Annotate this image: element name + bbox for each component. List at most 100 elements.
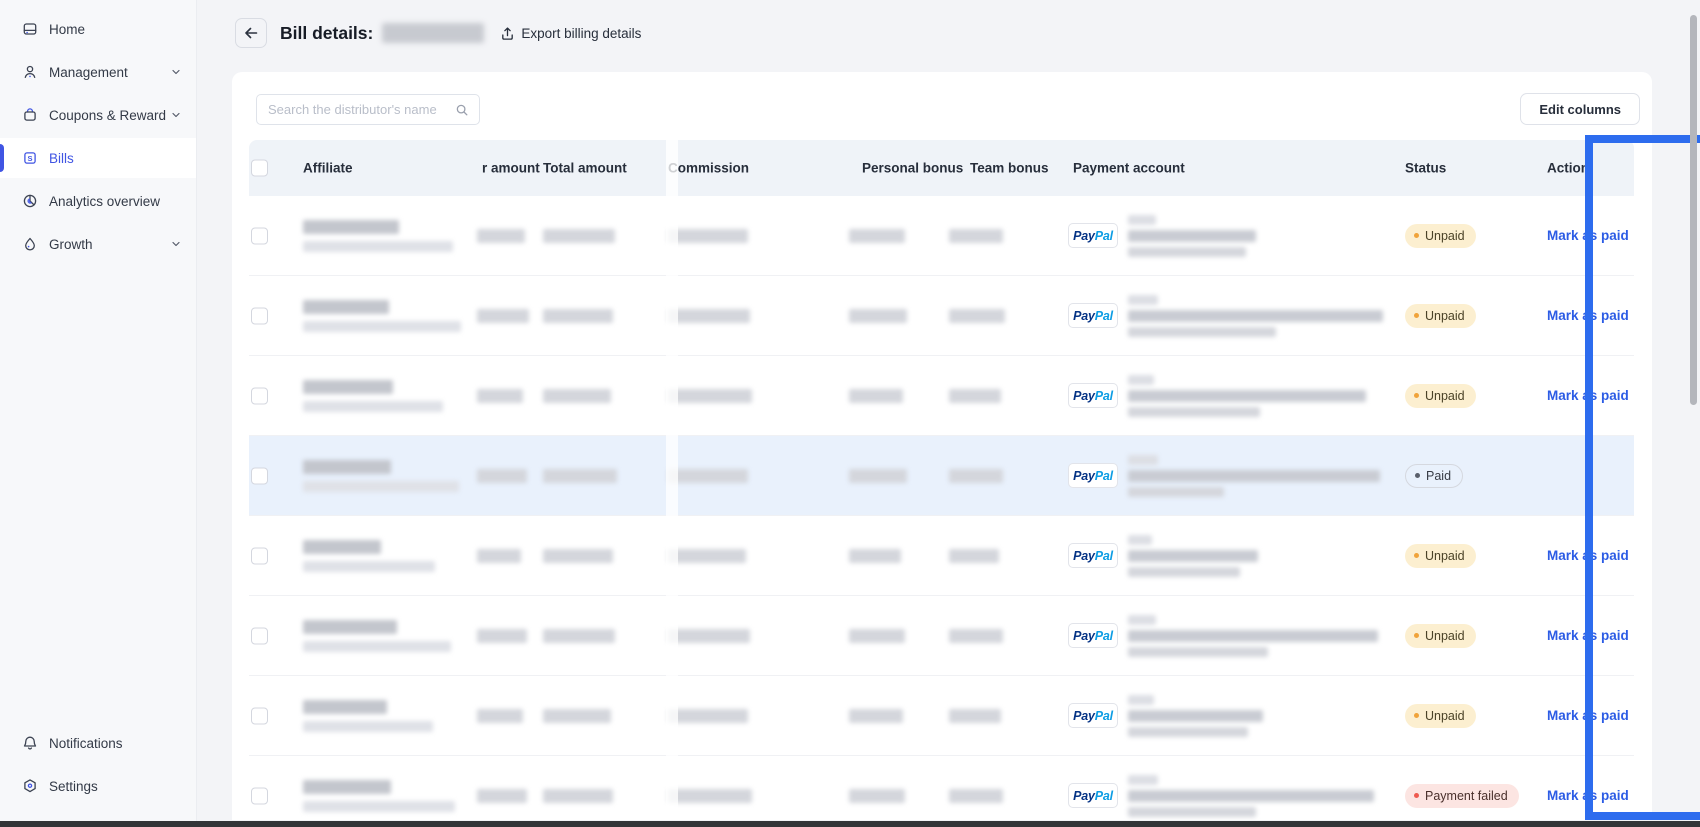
payment-account-redacted — [1128, 790, 1374, 802]
personal-bonus-redacted — [849, 549, 901, 563]
sidebar-item-label: Growth — [49, 237, 93, 252]
payment-account-redacted — [1128, 295, 1158, 305]
sidebar-item-bills[interactable]: S Bills — [0, 138, 196, 178]
edit-columns-button[interactable]: Edit columns — [1520, 93, 1640, 125]
column-header-total-amount[interactable]: Total amount — [543, 161, 627, 176]
column-header-status[interactable]: Status — [1405, 161, 1446, 176]
payment-account-redacted — [1128, 455, 1158, 465]
commission-redacted — [668, 709, 748, 723]
total-amount-redacted — [543, 789, 613, 803]
column-header-payment-account[interactable]: Payment account — [1073, 161, 1185, 176]
paypal-logo: PayPal — [1068, 543, 1118, 568]
window-bottom-edge — [0, 821, 1700, 827]
sidebar-item-settings[interactable]: Settings — [0, 766, 196, 806]
search-input[interactable] — [257, 102, 455, 117]
row-checkbox[interactable] — [251, 227, 268, 244]
team-bonus-redacted — [949, 709, 1001, 723]
mark-as-paid-link[interactable]: Mark as paid — [1547, 628, 1629, 643]
sidebar-item-label: Notifications — [49, 736, 123, 751]
vertical-scrollbar[interactable] — [1690, 15, 1697, 405]
sidebar-item-label: Analytics overview — [49, 194, 160, 209]
order-amount-redacted — [477, 789, 527, 803]
mark-as-paid-link[interactable]: Mark as paid — [1547, 308, 1629, 323]
status-badge: Unpaid — [1405, 624, 1476, 648]
sidebar-item-growth[interactable]: Growth — [0, 224, 196, 264]
status-dot-icon — [1415, 473, 1420, 478]
payment-account-redacted — [1128, 567, 1240, 577]
column-header-team-bonus[interactable]: Team bonus — [970, 161, 1049, 176]
payment-account-redacted — [1128, 710, 1263, 722]
affiliate-name-redacted — [303, 700, 387, 714]
bill-icon: S — [22, 150, 38, 166]
table-row: PayPal Paid — [249, 436, 1634, 516]
order-amount-redacted — [477, 469, 527, 483]
sidebar-item-label: Management — [49, 65, 128, 80]
column-header-commission[interactable]: Commission — [668, 161, 749, 176]
status-dot-icon — [1414, 553, 1419, 558]
affiliate-name-redacted — [303, 380, 393, 394]
affiliate-cell — [303, 300, 461, 332]
personal-bonus-redacted — [849, 629, 905, 643]
sidebar-item-management[interactable]: Management — [0, 52, 196, 92]
person-icon — [22, 64, 38, 80]
payment-account-redacted — [1128, 775, 1158, 785]
column-header-affiliate[interactable]: Affiliate — [303, 161, 353, 176]
sidebar-item-home[interactable]: Home — [0, 9, 196, 49]
commission-redacted — [668, 309, 750, 323]
team-bonus-redacted — [949, 309, 1005, 323]
payment-account-redacted — [1128, 615, 1156, 625]
affiliate-name-redacted — [303, 460, 391, 474]
row-checkbox[interactable] — [251, 547, 268, 564]
sidebar-item-coupons-reward[interactable]: Coupons & Reward — [0, 95, 196, 135]
status-dot-icon — [1414, 313, 1419, 318]
column-header-personal-bonus[interactable]: Personal bonus — [862, 161, 963, 176]
status-dot-icon — [1414, 713, 1419, 718]
mark-as-paid-link[interactable]: Mark as paid — [1547, 388, 1629, 403]
table-header-row: Affiliate r amount Total amount Commissi… — [249, 140, 1634, 196]
total-amount-redacted — [543, 709, 611, 723]
select-all-checkbox[interactable] — [251, 160, 268, 177]
payment-account-cell: PayPal — [1068, 615, 1378, 657]
order-amount-redacted — [477, 389, 523, 403]
affiliate-name-redacted — [303, 220, 399, 234]
affiliate-email-redacted — [303, 401, 443, 412]
payment-account-redacted — [1128, 695, 1154, 705]
affiliate-cell — [303, 540, 435, 572]
sidebar-item-label: Bills — [49, 151, 74, 166]
status-dot-icon — [1414, 393, 1419, 398]
affiliate-name-redacted — [303, 620, 397, 634]
search-icon[interactable] — [455, 103, 469, 117]
arrow-left-icon — [243, 25, 259, 41]
mark-as-paid-link[interactable]: Mark as paid — [1547, 548, 1629, 563]
mark-as-paid-link[interactable]: Mark as paid — [1547, 708, 1629, 723]
row-checkbox[interactable] — [251, 387, 268, 404]
row-checkbox[interactable] — [251, 627, 268, 644]
team-bonus-redacted — [949, 549, 999, 563]
payment-account-cell: PayPal — [1068, 375, 1366, 417]
payment-account-redacted — [1128, 630, 1378, 642]
column-header-order-amount[interactable]: r amount — [482, 161, 540, 176]
affiliate-email-redacted — [303, 721, 433, 732]
mark-as-paid-link[interactable]: Mark as paid — [1547, 228, 1629, 243]
affiliate-name-redacted — [303, 540, 381, 554]
sidebar-item-label: Settings — [49, 779, 98, 794]
table-body: PayPal Unpaid Mark as paid — [249, 196, 1634, 820]
order-amount-redacted — [477, 229, 525, 243]
mark-as-paid-link[interactable]: Mark as paid — [1547, 788, 1629, 803]
affiliate-email-redacted — [303, 481, 459, 492]
row-checkbox[interactable] — [251, 707, 268, 724]
paypal-logo: PayPal — [1068, 383, 1118, 408]
row-checkbox[interactable] — [251, 787, 268, 804]
sidebar-item-notifications[interactable]: Notifications — [0, 723, 196, 763]
export-billing-details-button[interactable]: Export billing details — [500, 26, 641, 41]
row-checkbox[interactable] — [251, 307, 268, 324]
payment-account-cell: PayPal — [1068, 775, 1374, 817]
sidebar-item-analytics-overview[interactable]: Analytics overview — [0, 181, 196, 221]
affiliate-cell — [303, 380, 443, 412]
sidebar-item-label: Coupons & Reward — [49, 108, 166, 123]
payment-account-redacted — [1128, 310, 1383, 322]
back-button[interactable] — [235, 18, 267, 48]
status-badge: Unpaid — [1405, 704, 1476, 728]
row-checkbox[interactable] — [251, 467, 268, 484]
column-header-action[interactable]: Action — [1547, 161, 1589, 176]
